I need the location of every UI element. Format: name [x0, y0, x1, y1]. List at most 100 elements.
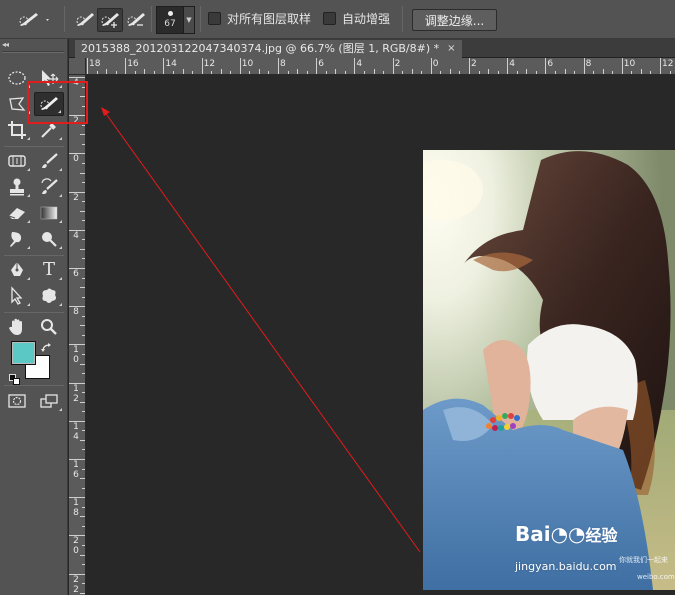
quick-mask-button[interactable]	[2, 389, 32, 413]
sample-all-layers-checkbox[interactable]	[208, 12, 221, 25]
ruler-tick	[69, 382, 85, 384]
smudge-icon	[10, 232, 22, 247]
ruler-minor-tick	[325, 71, 327, 74]
arrow-cursor-icon	[11, 286, 23, 305]
ruler-minor-tick	[411, 69, 413, 74]
brush-tool[interactable]	[34, 149, 64, 173]
ruler-tick	[69, 497, 85, 499]
ruler-top-label: 18	[89, 59, 101, 69]
horizontal-ruler[interactable]: 18 16 14 12 10 8 6 4 2 0 2 4 6 8 10 12	[86, 58, 675, 75]
collapse-panel-icon[interactable]: ◂◂	[2, 40, 9, 49]
pen-tool[interactable]	[2, 258, 32, 282]
document-tab[interactable]: 2015388_201203122047340374.jpg @ 66.7% (…	[75, 40, 462, 58]
ruler-minor-tick	[82, 277, 85, 279]
close-icon[interactable]: ×	[447, 40, 455, 58]
ruler-minor-tick	[80, 516, 85, 518]
ruler-minor-tick	[82, 544, 85, 546]
ruler-tick	[69, 420, 85, 422]
ruler-top-label: 6	[318, 59, 324, 69]
ruler-top-label: 2	[471, 59, 477, 69]
path-selection-tool[interactable]	[2, 284, 32, 308]
brush-size-value: 67	[164, 19, 176, 29]
ruler-top-label: 12	[662, 59, 674, 69]
hand-icon	[9, 318, 22, 335]
ruler-tick	[201, 58, 203, 74]
history-brush-icon	[41, 178, 58, 194]
ruler-minor-tick	[249, 71, 251, 74]
ruler-minor-tick	[82, 239, 85, 241]
ruler-minor-tick	[82, 124, 85, 126]
new-selection-button[interactable]	[73, 8, 97, 32]
document-photo[interactable]: Bai◔◔经验 jingyan.baidu.com 你就我们一起来 weibo.…	[423, 150, 675, 590]
tool-preset-picker[interactable]	[14, 8, 54, 32]
sample-all-layers-label: 对所有图层取样	[227, 12, 312, 26]
panel-grip[interactable]	[2, 51, 64, 53]
dodge-tool[interactable]	[34, 227, 64, 251]
ruler-minor-tick	[82, 487, 85, 489]
type-tool[interactable]: T	[34, 258, 64, 282]
ruler-minor-tick	[402, 71, 404, 74]
vertical-ruler[interactable]: 42024681 01 21 41 61 82 02 2	[69, 75, 86, 595]
ruler-minor-tick	[82, 143, 85, 145]
ruler-tick	[430, 58, 432, 74]
gradient-tool[interactable]	[34, 201, 64, 225]
ruler-minor-tick	[297, 69, 299, 74]
clone-stamp-tool[interactable]	[2, 175, 32, 199]
ruler-top-label: 0	[432, 59, 439, 69]
ruler-tick	[69, 191, 85, 193]
ruler-tick	[69, 153, 85, 155]
brush-picker-dropdown[interactable]: ▼	[184, 6, 195, 34]
screen-mode-button[interactable]	[34, 389, 64, 413]
ruler-left-label: 1 4	[73, 421, 79, 442]
default-colors-icon[interactable]	[9, 370, 20, 385]
blur-tool[interactable]	[2, 227, 32, 251]
ruler-minor-tick	[306, 71, 308, 74]
subtract-from-selection-button[interactable]	[123, 8, 149, 32]
brush-tip-icon	[167, 11, 173, 16]
swap-colors-icon[interactable]	[40, 339, 54, 352]
ruler-tick	[69, 229, 85, 231]
ruler-tick	[69, 535, 85, 537]
ruler-minor-tick	[554, 71, 556, 74]
stamp-icon	[10, 178, 24, 196]
eraser-tool[interactable]	[2, 201, 32, 225]
ruler-minor-tick	[96, 71, 98, 74]
brush-size-picker[interactable]: 67	[156, 6, 184, 34]
history-brush-tool[interactable]	[34, 175, 64, 199]
foreground-color-swatch[interactable]	[11, 341, 36, 365]
ruler-minor-tick	[211, 71, 213, 74]
ruler-minor-tick	[82, 182, 85, 184]
ruler-minor-tick	[574, 71, 576, 74]
watermark-side-text: 你就我们一起来	[619, 556, 668, 564]
ruler-top-label: 4	[509, 59, 515, 69]
ruler-minor-tick	[516, 71, 518, 74]
refine-edge-button[interactable]: 调整边缘...	[412, 9, 497, 31]
ruler-top-label: 8	[585, 59, 592, 69]
ruler-minor-tick	[82, 583, 85, 585]
ruler-minor-tick	[640, 69, 642, 74]
ruler-minor-tick	[488, 69, 490, 74]
ruler-tick	[583, 58, 585, 74]
baidu-logo-text: Bai◔◔经验	[515, 522, 618, 546]
zoom-icon	[41, 319, 57, 335]
healing-brush-tool[interactable]	[2, 149, 32, 173]
hand-tool[interactable]	[2, 315, 32, 339]
ruler-tick	[69, 459, 85, 460]
ruler-minor-tick	[115, 71, 117, 74]
ruler-origin[interactable]	[69, 58, 86, 75]
zoom-tool[interactable]	[34, 315, 64, 339]
ruler-minor-tick	[631, 71, 633, 74]
ruler-tick	[125, 58, 127, 74]
ruler-tick	[545, 58, 547, 74]
ruler-minor-tick	[258, 69, 260, 74]
quick-mask-icon	[8, 394, 26, 408]
ruler-minor-tick	[287, 71, 289, 74]
ruler-minor-tick	[106, 69, 108, 74]
auto-enhance-checkbox[interactable]	[323, 12, 336, 25]
new-selection-brush-icon	[76, 13, 94, 26]
add-to-selection-button[interactable]	[97, 8, 123, 32]
ruler-minor-tick	[82, 525, 85, 527]
ruler-tick	[660, 58, 661, 74]
polygon-lasso-icon	[9, 97, 26, 111]
custom-shape-tool[interactable]	[34, 284, 64, 308]
